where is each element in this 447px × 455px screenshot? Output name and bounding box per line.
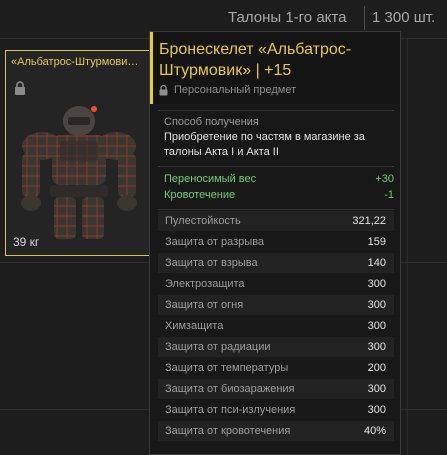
source-text: Приобретение по частям в магазине за тал…	[164, 131, 365, 158]
modifier-value: -1	[384, 189, 394, 201]
currency-value: 1 300 шт.	[372, 9, 436, 26]
stat-label: Защита от пси-излучения	[165, 404, 296, 416]
stat-value: 321,22	[352, 215, 386, 227]
source-label: Способ получения	[164, 116, 259, 128]
item-card[interactable]: «Альбатрос-Штурмови… 39 кг	[5, 50, 152, 256]
modifier-label: Переносимый вес	[164, 173, 257, 185]
stat-label: Электрозащита	[165, 278, 245, 290]
personal-item-badge: Персональный предмет	[159, 84, 296, 96]
divider	[158, 209, 394, 210]
stat-value: 300	[367, 383, 386, 395]
stat-row: Защита от биозаражения 300	[158, 379, 394, 399]
lock-icon	[15, 81, 25, 95]
item-weight: 39 кг	[13, 235, 40, 249]
lock-icon	[159, 84, 168, 95]
stat-label: Защита от разрыва	[165, 236, 265, 248]
stat-label: Защита от радиации	[165, 341, 271, 353]
stat-row: Химзащита 300	[158, 316, 394, 336]
stat-label: Химзащита	[165, 320, 224, 332]
stat-label: Защита от биозаражения	[165, 383, 295, 395]
stat-value: 40%	[363, 425, 386, 437]
currency-separator	[364, 6, 365, 30]
stat-value: 140	[367, 257, 386, 269]
stat-value: 300	[367, 341, 386, 353]
stat-value: 300	[367, 320, 386, 332]
stat-row: Защита от температуры 200	[158, 358, 394, 378]
item-name: Бронескелет «Альбатрос-Штурмовик» | +15	[159, 41, 352, 79]
stat-row: Защита от радиации 300	[158, 337, 394, 357]
tooltip-header: Бронескелет «Альбатрос-Штурмовик» | +15 …	[150, 32, 400, 104]
stat-row: Защита от кровотечения 40%	[158, 421, 394, 441]
modifier-value: +30	[375, 173, 394, 185]
divider	[158, 110, 394, 111]
stat-label: Защита от взрыва	[165, 257, 258, 269]
exoskeleton-image	[21, 106, 137, 239]
stat-label: Защита от огня	[165, 299, 244, 311]
stat-label: Пулестойкость	[165, 215, 241, 227]
stat-row: Защита от пси-излучения 300	[158, 400, 394, 420]
stat-value: 300	[367, 404, 386, 416]
stat-row: Защита от разрыва 159	[158, 232, 394, 252]
stat-value: 159	[367, 236, 386, 248]
stat-value: 200	[367, 362, 386, 374]
modifier-row: Переносимый вес +30	[164, 173, 394, 189]
stat-row: Защита от огня 300	[158, 295, 394, 315]
grid-line	[407, 38, 408, 455]
stat-value: 300	[367, 278, 386, 290]
modifier-row: Кровотечение -1	[164, 189, 394, 205]
item-tooltip: Бронескелет «Альбатрос-Штурмовик» | +15 …	[149, 31, 401, 455]
currency-label: Талоны 1-го акта	[228, 9, 347, 26]
divider	[158, 166, 394, 167]
stat-label: Защита от кровотечения	[165, 425, 291, 437]
stat-row: Электрозащита 300	[158, 274, 394, 294]
modifier-label: Кровотечение	[164, 189, 236, 201]
stat-label: Защита от температуры	[165, 362, 289, 374]
personal-item-label: Персональный предмет	[174, 84, 297, 96]
stat-row: Защита от взрыва 140	[158, 253, 394, 273]
item-card-title: «Альбатрос-Штурмови…	[11, 56, 139, 68]
stat-row: Пулестойкость 321,22	[158, 211, 394, 231]
stat-value: 300	[367, 299, 386, 311]
